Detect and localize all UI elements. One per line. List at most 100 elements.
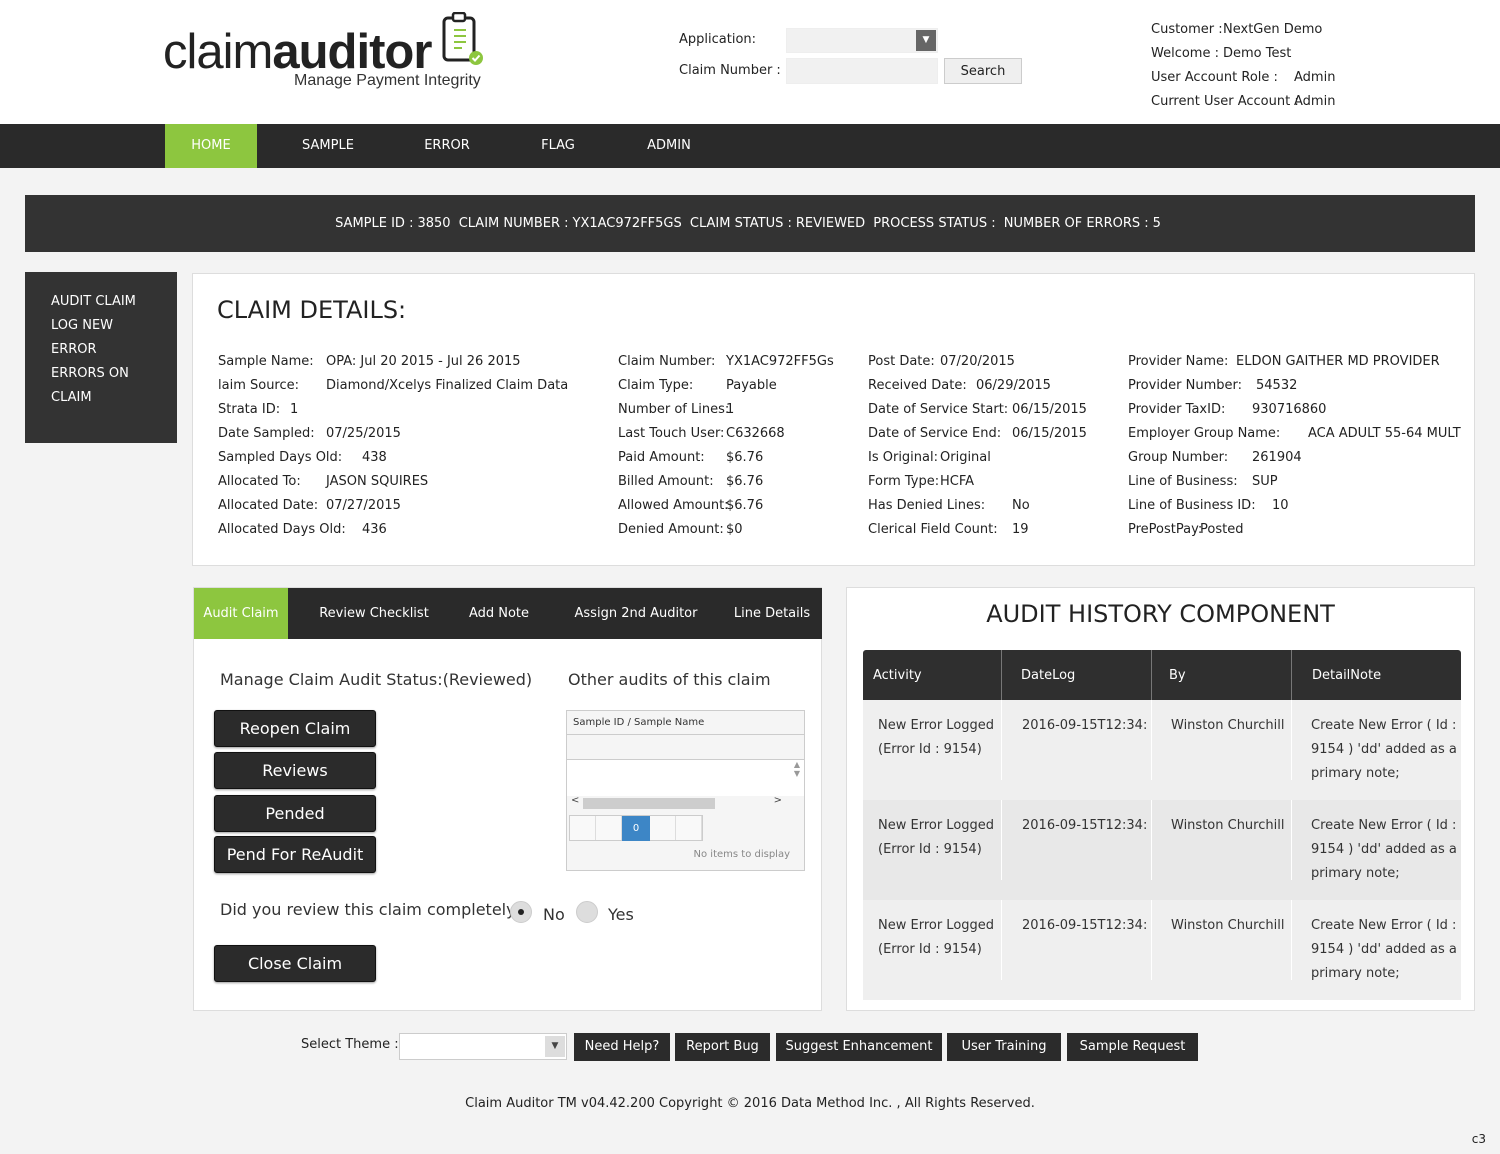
pager-current-page[interactable]: 0	[622, 816, 650, 841]
user-info-role: User Account Role : Admin	[1151, 70, 1336, 85]
tab-line-details[interactable]: Line Details	[730, 588, 814, 639]
detail-billed-amount: Billed Amount: $6.76	[618, 474, 764, 489]
side-item-error[interactable]: ERROR	[51, 338, 177, 362]
user-info-customer: Customer :NextGen Demo	[1151, 22, 1323, 37]
detail-received-date: Received Date: 06/29/2015	[868, 378, 1051, 393]
nav-home[interactable]: HOME	[165, 124, 257, 168]
no-items-message: No items to display	[693, 849, 790, 860]
nav-sample[interactable]: SAMPLE	[283, 124, 373, 168]
theme-select[interactable]: ▼	[399, 1033, 567, 1060]
column-by[interactable]: By	[1169, 650, 1186, 700]
detail-sample-name: Sample Name: OPA: Jul 20 2015 - Jul 26 20…	[218, 354, 521, 369]
application-select[interactable]: ▼	[786, 28, 938, 53]
column-detailnote[interactable]: DetailNote	[1312, 650, 1381, 700]
side-item-log-new[interactable]: LOG NEW	[51, 314, 177, 338]
detail-provider-name: Provider Name: ELDON GAITHER MD PROVIDER	[1128, 354, 1440, 369]
side-item-claim[interactable]: CLAIM	[51, 386, 177, 410]
need-help-button[interactable]: Need Help?	[574, 1033, 670, 1061]
reviews-button[interactable]: Reviews	[214, 752, 376, 789]
pager-prev[interactable]	[596, 816, 622, 840]
radio-yes-label: Yes	[608, 905, 634, 924]
details-column-4: Provider Name: ELDON GAITHER MD PROVIDER …	[1128, 350, 1468, 542]
grid-horizontal-scrollbar[interactable]: < >	[567, 795, 804, 810]
process-status-label: PROCESS STATUS :	[873, 216, 996, 231]
user-info-welcome: Welcome : Demo Test	[1151, 46, 1292, 61]
detail-claim-number: Claim Number: YX1AC972FF5Gs	[618, 354, 834, 369]
detail-allocated-date: Allocated Date: 07/27/2015	[218, 498, 401, 513]
detail-service-end: Date of Service End: 06/15/2015	[868, 426, 1087, 441]
other-audits-grid: Sample ID / Sample Name ▲ ▼ < > 0 No item…	[566, 710, 805, 871]
claim-number-input[interactable]	[786, 58, 938, 84]
tab-review-checklist[interactable]: Review Checklist	[312, 588, 436, 639]
audit-panel: Audit Claim Review Checklist Add Note As…	[193, 587, 822, 1011]
radio-no-label: No	[543, 905, 565, 924]
detail-has-denied-lines: Has Denied Lines: No	[868, 498, 1030, 513]
side-item-audit-claim[interactable]: AUDIT CLAIM	[51, 290, 177, 314]
nav-flag[interactable]: FLAG	[528, 124, 588, 168]
copyright: Claim Auditor TM v04.42.200 Copyright © …	[465, 1096, 1035, 1111]
detail-strata-id: Strata ID: 1	[218, 402, 299, 417]
claim-number-value: YX1AC972FF5GS	[572, 216, 682, 231]
manage-audit-status-title: Manage Claim Audit Status:(Reviewed)	[220, 670, 533, 689]
detail-prepostpay: PrePostPay: Posted	[1128, 522, 1244, 537]
report-bug-button[interactable]: Report Bug	[675, 1033, 770, 1061]
pager-first[interactable]	[570, 816, 596, 840]
radio-no[interactable]	[510, 901, 532, 923]
reopen-claim-button[interactable]: Reopen Claim	[214, 710, 376, 747]
detail-claim-source: laim Source: Diamond/Xcelys Finalized Cla…	[218, 378, 569, 393]
detail-line-of-business: Line of Business: SUP	[1128, 474, 1278, 489]
claim-number-label: CLAIM NUMBER :	[458, 216, 569, 231]
tab-audit-claim[interactable]: Audit Claim	[194, 588, 288, 639]
search-button[interactable]: Search	[944, 58, 1022, 84]
pend-for-reaudit-button[interactable]: Pend For ReAudit	[214, 836, 376, 873]
claimauditor-logo[interactable]: claimauditor Manage Payment Integrity	[163, 12, 493, 96]
detail-provider-number: Provider Number: 54532	[1128, 378, 1298, 393]
chevron-down-icon[interactable]: ▼	[545, 1036, 565, 1057]
grid-column-header[interactable]: Sample ID / Sample Name	[567, 711, 804, 735]
detail-group-number: Group Number: 261904	[1128, 450, 1302, 465]
pager-last[interactable]	[676, 816, 702, 840]
chevron-right-icon[interactable]: >	[774, 795, 782, 806]
audit-history-title: AUDIT HISTORY COMPONENT	[986, 600, 1335, 628]
user-training-button[interactable]: User Training	[947, 1033, 1061, 1061]
details-column-3: Post Date: 07/20/2015 Received Date: 06/29…	[868, 350, 1118, 542]
detail-line-of-business-id: Line of Business ID: 10	[1128, 498, 1289, 513]
grid-body: ▲ ▼	[567, 759, 804, 796]
side-item-errors-on[interactable]: ERRORS ON	[51, 362, 177, 386]
audit-history-table: Activity DateLog By DetailNote New Error…	[863, 650, 1461, 1000]
detail-clerical-field-count: Clerical Field Count: 19	[868, 522, 1029, 537]
claim-details-title: CLAIM DETAILS:	[217, 296, 407, 324]
close-claim-button[interactable]: Close Claim	[214, 945, 376, 982]
logo-tagline: Manage Payment Integrity	[294, 72, 481, 89]
select-theme-label: Select Theme :	[301, 1037, 399, 1052]
header: claimauditor Manage Payment Integrity Ap…	[0, 0, 1500, 124]
table-row: New Error Logged (Error Id : 9154) 2016-0…	[863, 700, 1461, 800]
other-audits-title: Other audits of this claim	[568, 670, 771, 689]
grid-vertical-scrollbar[interactable]: ▲ ▼	[790, 760, 804, 797]
clipboard-check-icon	[442, 12, 483, 65]
corner-code: c3	[1471, 1132, 1486, 1146]
column-datelog[interactable]: DateLog	[1021, 650, 1075, 700]
chevron-down-icon[interactable]: ▼	[916, 30, 936, 51]
nav-error[interactable]: ERROR	[407, 124, 487, 168]
scrollbar-thumb[interactable]	[583, 798, 715, 809]
column-activity[interactable]: Activity	[873, 650, 922, 700]
detail-form-type: Form Type: HCFA	[868, 474, 975, 489]
main-nav: HOME SAMPLE ERROR FLAG ADMIN	[0, 124, 1500, 168]
chevron-left-icon[interactable]: <	[571, 795, 579, 806]
audit-tabs: Audit Claim Review Checklist Add Note As…	[194, 588, 822, 639]
detail-allowed-amount: Allowed Amount: $6.76	[618, 498, 764, 513]
tab-assign-2nd-auditor[interactable]: Assign 2nd Auditor	[568, 588, 704, 639]
detail-provider-taxid: Provider TaxID: 930716860	[1128, 402, 1327, 417]
suggest-enhancement-button[interactable]: Suggest Enhancement	[776, 1033, 942, 1061]
radio-yes[interactable]	[576, 901, 598, 923]
sample-request-button[interactable]: Sample Request	[1067, 1033, 1198, 1061]
pended-button[interactable]: Pended	[214, 795, 376, 832]
detail-claim-type: Claim Type: Payable	[618, 378, 777, 393]
user-info-account: Current User Account :Admin	[1151, 94, 1336, 109]
sample-id-value: 3850	[417, 216, 451, 231]
nav-admin[interactable]: ADMIN	[634, 124, 704, 168]
tab-add-note[interactable]: Add Note	[460, 588, 538, 639]
details-column-1: Sample Name: OPA: Jul 20 2015 - Jul 26 20…	[218, 350, 598, 542]
pager-next[interactable]	[650, 816, 676, 840]
